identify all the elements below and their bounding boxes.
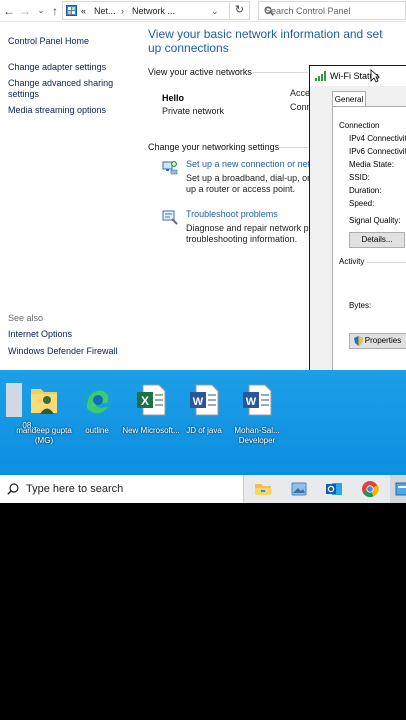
- ssid-label: SSID:: [349, 173, 370, 182]
- activity-heading: Activity: [339, 257, 365, 266]
- duration-label: Duration:: [349, 186, 382, 195]
- wifi-status-titlebar[interactable]: Wi-Fi Status: [310, 66, 406, 86]
- access-type-label: Access ty: [290, 88, 309, 98]
- back-arrow-icon[interactable]: ←: [2, 3, 16, 19]
- desktop-icon-label: New Microsoft...: [122, 426, 180, 435]
- chrome-icon[interactable]: [360, 479, 380, 499]
- windows-defender-firewall-link[interactable]: Windows Defender Firewall: [8, 346, 118, 357]
- troubleshoot-desc-line2: troubleshooting information.: [186, 234, 298, 244]
- search-input[interactable]: Search Control Panel: [258, 1, 406, 20]
- recent-chevron-icon[interactable]: ⌄: [34, 3, 48, 19]
- new-connection-icon: [162, 161, 178, 175]
- wifi-signal-icon: [315, 71, 326, 81]
- taskbar: Type here to search: [0, 475, 406, 503]
- word-icon: W: [243, 384, 272, 416]
- change-settings-label: Change your networking settings: [148, 142, 280, 152]
- desktop-icon-label: outline: [85, 426, 109, 435]
- address-box[interactable]: « Net... › Network ... ⌄: [62, 1, 250, 20]
- search-icon: [7, 483, 19, 495]
- troubleshoot-icon: [162, 210, 178, 225]
- shield-icon: [354, 336, 363, 346]
- desktop-icon-jd-of-java[interactable]: W JD of java: [174, 383, 234, 436]
- signal-quality-label: Signal Quality:: [349, 216, 401, 225]
- divider: [278, 147, 308, 148]
- connection-heading: Connection: [339, 121, 380, 130]
- change-adapter-settings-link[interactable]: Change adapter settings: [8, 62, 106, 73]
- taskbar-search-box[interactable]: Type here to search: [0, 475, 244, 503]
- word-icon: W: [190, 384, 219, 416]
- forward-arrow-icon[interactable]: →: [18, 3, 32, 19]
- divider: [252, 72, 308, 73]
- desktop: 08... mandeep gupta (MG) outline X New M…: [0, 370, 406, 475]
- troubleshoot-problems-link[interactable]: Troubleshoot problems: [186, 209, 278, 219]
- tab-general[interactable]: General: [332, 91, 366, 107]
- search-placeholder: Search Control Panel: [265, 6, 351, 16]
- breadcrumb-chevrons[interactable]: «: [81, 6, 86, 16]
- properties-label: Properties: [364, 336, 402, 345]
- mouse-cursor-icon: [370, 69, 380, 83]
- troubleshoot-desc-line1: Diagnose and repair network problem: [186, 223, 309, 233]
- see-also-heading: See also: [8, 313, 44, 323]
- breadcrumb-separator-icon: ›: [121, 6, 124, 16]
- properties-button[interactable]: Properties: [349, 333, 406, 349]
- bytes-label: Bytes:: [349, 301, 372, 310]
- control-panel-home-link[interactable]: Control Panel Home: [8, 36, 89, 47]
- connections-label: Connect: [290, 102, 309, 112]
- desktop-icon-label: mandeep gupta (MG): [16, 426, 72, 445]
- file-explorer-icon[interactable]: [253, 479, 273, 499]
- desktop-icon-new-microsoft[interactable]: X New Microsoft...: [121, 383, 181, 436]
- control-panel-icon: [66, 5, 77, 16]
- change-advanced-sharing-link[interactable]: Change advanced sharing settings: [8, 78, 123, 100]
- desktop-icon-mandeep-gupta[interactable]: mandeep gupta (MG): [14, 383, 74, 446]
- user-folder-icon: [31, 389, 57, 414]
- breadcrumb-network-center[interactable]: Network ...: [132, 6, 175, 16]
- wifi-general-panel: Connection IPv4 Connectivit IPv6 Connect…: [332, 106, 406, 376]
- excel-icon: X: [137, 384, 166, 416]
- desktop-icon-label: Mohan-Sal... Developer: [234, 426, 280, 445]
- svg-text:W: W: [246, 396, 257, 408]
- divider: [367, 262, 406, 263]
- media-streaming-options-link[interactable]: Media streaming options: [8, 105, 106, 116]
- active-networks-label: View your active networks: [148, 67, 252, 77]
- setup-connection-desc-line2: up a router or access point.: [186, 184, 296, 194]
- desktop-icon-outline[interactable]: outline: [67, 383, 127, 436]
- screen: ← → ⌄ ↑ « Net... › Network ... ⌄ ↻ Searc…: [0, 0, 406, 720]
- svg-text:X: X: [141, 394, 149, 408]
- page-title: View your basic network information and …: [148, 27, 383, 55]
- taskbar-search-text: Type here to search: [26, 483, 124, 495]
- app-icon[interactable]: [394, 479, 406, 499]
- svg-text:W: W: [193, 396, 204, 408]
- photos-icon[interactable]: [289, 479, 309, 499]
- network-type: Private network: [162, 106, 225, 116]
- address-bar: ← → ⌄ ↑ « Net... › Network ... ⌄ ↻ Searc…: [0, 0, 406, 22]
- up-arrow-icon[interactable]: ↑: [48, 3, 62, 19]
- breadcrumb-network-internet[interactable]: Net...: [94, 6, 116, 16]
- speed-label: Speed:: [349, 199, 375, 208]
- refresh-icon[interactable]: ↻: [229, 2, 249, 18]
- outlook-icon[interactable]: [324, 479, 344, 499]
- ipv6-connectivity-label: IPv6 Connectivit: [349, 147, 406, 156]
- details-button[interactable]: Details...: [349, 232, 405, 248]
- setup-new-connection-link[interactable]: Set up a new connection or network: [186, 159, 309, 169]
- setup-connection-desc-line1: Set up a broadband, dial-up, or VPN: [186, 173, 309, 183]
- ipv4-connectivity-label: IPv4 Connectivit: [349, 134, 406, 143]
- address-dropdown-icon[interactable]: ⌄: [211, 6, 219, 17]
- desktop-icon-mohan-sal-developer[interactable]: W Mohan-Sal... Developer: [227, 383, 287, 446]
- desktop-icon-label: JD of java: [186, 426, 222, 435]
- edge-icon: [82, 385, 112, 415]
- wifi-status-dialog: Wi-Fi Status General Connection IPv4 Con…: [309, 65, 406, 385]
- internet-options-link[interactable]: Internet Options: [8, 329, 72, 340]
- media-state-label: Media State:: [349, 160, 394, 169]
- network-name: Hello: [162, 93, 185, 103]
